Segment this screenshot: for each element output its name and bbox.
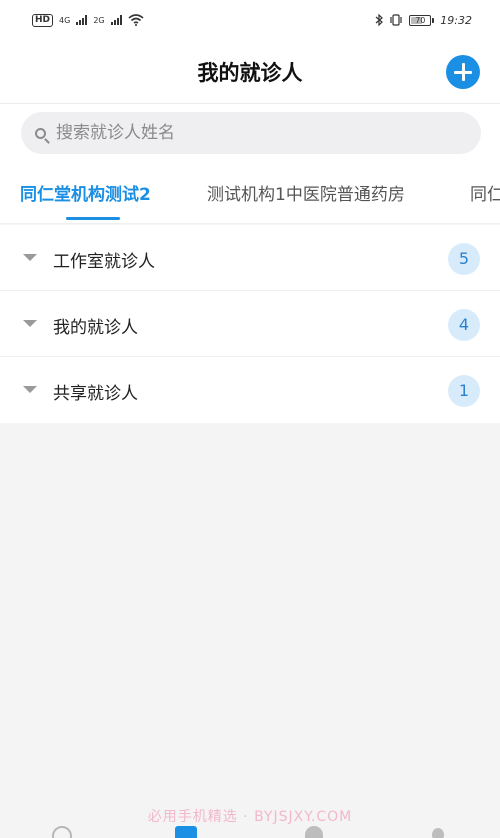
institution-tabs: 同仁堂机构测试2 测试机构1中医院普通药房 同仁 xyxy=(0,164,500,224)
signal-icon xyxy=(76,15,88,25)
search-bar[interactable] xyxy=(21,112,481,154)
calendar-icon[interactable] xyxy=(175,826,197,838)
caret-down-icon[interactable] xyxy=(23,320,37,327)
group-label: 共享就诊人 xyxy=(53,384,138,404)
profile-icon[interactable] xyxy=(432,828,444,838)
status-time: 19:32 xyxy=(440,13,472,27)
battery-level: 70 xyxy=(415,15,426,25)
group-label: 我的就诊人 xyxy=(53,318,138,338)
group-row-mine[interactable]: 我的就诊人 4 xyxy=(0,291,500,357)
caret-down-icon[interactable] xyxy=(23,386,37,393)
bluetooth-icon xyxy=(375,14,384,26)
watermark: 必用手机精选 · BYJSJXY.COM xyxy=(147,809,353,825)
page-title: 我的就诊人 xyxy=(197,61,303,85)
status-bar-right: 70 19:32 xyxy=(375,14,472,27)
active-tab-indicator xyxy=(66,217,120,220)
patients-icon[interactable] xyxy=(305,826,323,838)
search-input[interactable] xyxy=(56,123,436,143)
status-bar-left: HD 4G 2G xyxy=(32,13,144,27)
group-row-studio[interactable]: 工作室就诊人 5 xyxy=(0,225,500,291)
signal-icon-2 xyxy=(110,15,122,25)
tab-institution-1[interactable]: 同仁堂机构测试2 xyxy=(20,180,151,205)
tab-institution-2[interactable]: 测试机构1中医院普通药房 xyxy=(207,180,405,205)
patient-group-list: 工作室就诊人 5 我的就诊人 4 共享就诊人 1 xyxy=(0,225,500,423)
search-icon xyxy=(35,127,46,139)
app-header: 我的就诊人 xyxy=(0,40,500,104)
network-label-1: 4G xyxy=(59,15,71,25)
wifi-icon xyxy=(128,14,144,26)
plus-circle-icon[interactable] xyxy=(446,55,480,89)
status-bar: HD 4G 2G 70 19:32 xyxy=(0,0,500,40)
home-icon[interactable] xyxy=(52,826,72,838)
vibrate-icon xyxy=(390,14,402,26)
caret-down-icon[interactable] xyxy=(23,254,37,261)
count-badge: 1 xyxy=(448,375,480,407)
tab-institution-3[interactable]: 同仁 xyxy=(470,180,500,205)
network-label-2: 2G xyxy=(93,15,105,25)
count-badge: 5 xyxy=(448,243,480,275)
group-row-shared[interactable]: 共享就诊人 1 xyxy=(0,357,500,423)
group-label: 工作室就诊人 xyxy=(53,252,155,272)
count-badge: 4 xyxy=(448,309,480,341)
bottom-nav xyxy=(0,826,500,838)
search-area xyxy=(0,104,500,164)
hd-icon: HD xyxy=(32,13,54,27)
battery-icon: 70 xyxy=(409,14,435,26)
